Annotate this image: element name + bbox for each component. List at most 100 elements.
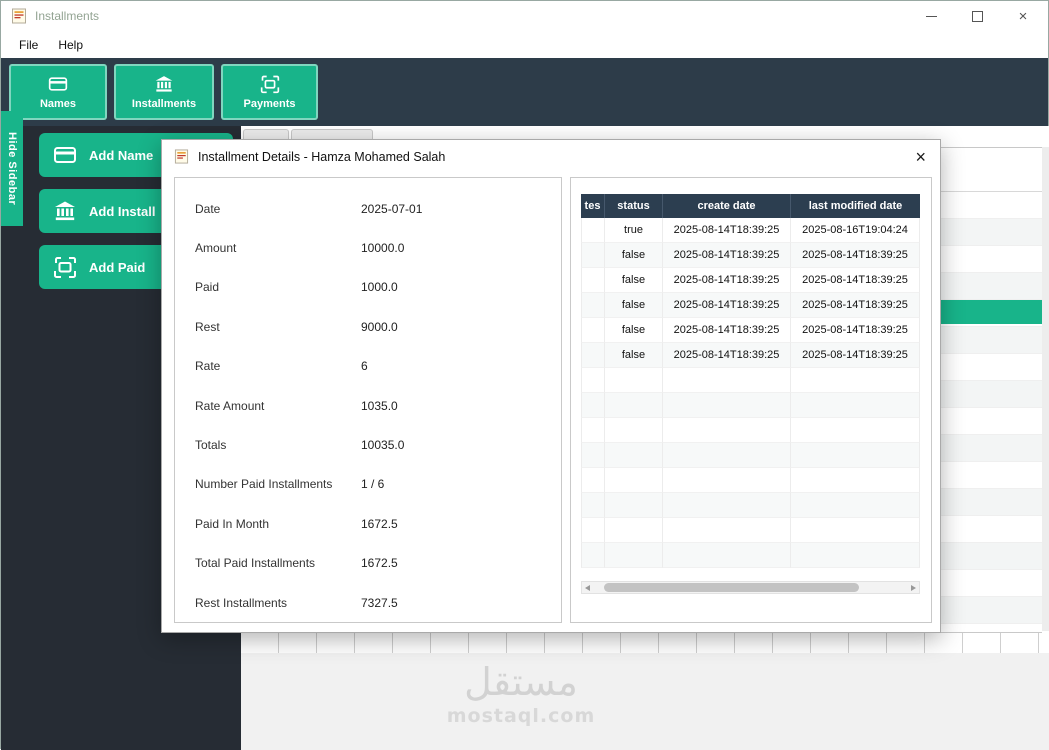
table-header-row: tes status create date last modified dat… xyxy=(581,194,920,218)
detail-row: Number Paid Installments 1 / 6 xyxy=(175,465,561,504)
column-header-create-date[interactable]: create date xyxy=(663,194,791,218)
cell-status xyxy=(605,543,663,568)
horizontal-scrollbar[interactable] xyxy=(581,581,920,594)
background-grid-cell xyxy=(963,633,1001,653)
detail-label: Paid In Month xyxy=(195,517,361,531)
cell-create-date xyxy=(663,393,791,418)
detail-label: Rest Installments xyxy=(195,596,361,610)
cell-create-date xyxy=(663,418,791,443)
cell-status xyxy=(605,443,663,468)
maximize-button[interactable] xyxy=(954,1,1000,31)
table-row[interactable] xyxy=(581,418,920,443)
title-bar[interactable]: Installments × xyxy=(1,1,1048,31)
cell-notes xyxy=(581,418,605,443)
scroll-right-arrow-icon[interactable] xyxy=(911,585,916,591)
scroll-left-arrow-icon[interactable] xyxy=(585,585,590,591)
cell-last-modified-date: 2025-08-14T18:39:25 xyxy=(791,243,920,268)
cell-last-modified-date xyxy=(791,443,920,468)
dialog-title-bar[interactable]: Installment Details - Hamza Mohamed Sala… xyxy=(162,140,940,174)
cell-create-date: 2025-08-14T18:39:25 xyxy=(663,293,791,318)
detail-label: Rest xyxy=(195,320,361,334)
cell-status xyxy=(605,393,663,418)
dialog-close-button[interactable]: × xyxy=(915,140,926,174)
table-row[interactable] xyxy=(581,468,920,493)
names-button-label: Names xyxy=(40,98,76,110)
close-button[interactable]: × xyxy=(1000,1,1046,31)
minimize-icon xyxy=(926,16,937,17)
cell-create-date: 2025-08-14T18:39:25 xyxy=(663,268,791,293)
credit-card-icon xyxy=(48,74,68,94)
toolbar: Names Installments Payments xyxy=(1,58,1048,126)
background-grid-cell xyxy=(583,633,621,653)
bank-icon xyxy=(53,199,77,223)
cell-status xyxy=(605,493,663,518)
detail-value: 10000.0 xyxy=(361,241,404,255)
cell-last-modified-date xyxy=(791,393,920,418)
detail-value: 1000.0 xyxy=(361,280,398,294)
bank-icon xyxy=(154,74,174,94)
cell-notes xyxy=(581,518,605,543)
watermark-latin: mostaql.com xyxy=(411,705,631,727)
vertical-scrollbar[interactable] xyxy=(1042,147,1049,631)
app-window: Installments × File Help Names Installme… xyxy=(0,0,1049,749)
detail-value: 1035.0 xyxy=(361,399,398,413)
cell-notes xyxy=(581,493,605,518)
cell-create-date xyxy=(663,368,791,393)
detail-row: Rate Amount 1035.0 xyxy=(175,386,561,425)
table-row[interactable]: true 2025-08-14T18:39:25 2025-08-16T19:0… xyxy=(581,218,920,243)
cell-status: true xyxy=(605,218,663,243)
detail-row: Rest 9000.0 xyxy=(175,307,561,346)
table-row[interactable] xyxy=(581,518,920,543)
bottom-empty-area: مستقل mostaql.com xyxy=(241,653,1049,750)
maximize-icon xyxy=(972,11,983,22)
background-grid-cell xyxy=(697,633,735,653)
detail-row: Paid In Month 1672.5 xyxy=(175,504,561,543)
cell-last-modified-date xyxy=(791,543,920,568)
table-row[interactable]: false 2025-08-14T18:39:25 2025-08-14T18:… xyxy=(581,243,920,268)
table-row[interactable]: false 2025-08-14T18:39:25 2025-08-14T18:… xyxy=(581,343,920,368)
detail-label: Date xyxy=(195,202,361,216)
installments-table-body: true 2025-08-14T18:39:25 2025-08-16T19:0… xyxy=(581,218,920,568)
installments-button[interactable]: Installments xyxy=(114,64,214,120)
detail-value: 2025-07-01 xyxy=(361,202,422,216)
column-header-notes[interactable]: tes xyxy=(581,194,605,218)
cell-last-modified-date: 2025-08-14T18:39:25 xyxy=(791,268,920,293)
table-row[interactable] xyxy=(581,393,920,418)
table-row[interactable] xyxy=(581,443,920,468)
table-row[interactable] xyxy=(581,368,920,393)
cell-notes xyxy=(581,243,605,268)
cell-status: false xyxy=(605,318,663,343)
cell-last-modified-date: 2025-08-14T18:39:25 xyxy=(791,318,920,343)
names-button[interactable]: Names xyxy=(9,64,107,120)
cell-last-modified-date xyxy=(791,368,920,393)
table-row[interactable]: false 2025-08-14T18:39:25 2025-08-14T18:… xyxy=(581,293,920,318)
menu-item-help[interactable]: Help xyxy=(48,38,93,52)
installments-button-label: Installments xyxy=(132,98,196,110)
details-panel: Date 2025-07-01 Amount 10000.0 Paid 1000… xyxy=(174,177,562,623)
dialog-icon xyxy=(174,149,189,164)
menu-bar: File Help xyxy=(1,31,1048,58)
menu-item-file[interactable]: File xyxy=(9,38,48,52)
cell-notes xyxy=(581,318,605,343)
detail-row: Rest Installments 7327.5 xyxy=(175,583,561,622)
detail-row: Paid 1000.0 xyxy=(175,268,561,307)
background-grid-cell xyxy=(1001,633,1039,653)
detail-value: 7327.5 xyxy=(361,596,398,610)
minimize-button[interactable] xyxy=(908,1,954,31)
table-row[interactable]: false 2025-08-14T18:39:25 2025-08-14T18:… xyxy=(581,318,920,343)
hide-sidebar-tab[interactable]: Hide Sidebar xyxy=(1,111,23,226)
credit-card-icon xyxy=(53,143,77,167)
column-header-last-modified-date[interactable]: last modified date xyxy=(791,194,920,218)
detail-row: Total Paid Installments 1672.5 xyxy=(175,544,561,583)
detail-label: Paid xyxy=(195,280,361,294)
cell-last-modified-date: 2025-08-14T18:39:25 xyxy=(791,293,920,318)
horizontal-scrollbar-thumb[interactable] xyxy=(604,583,859,592)
background-grid-cell xyxy=(507,633,545,653)
table-row[interactable]: false 2025-08-14T18:39:25 2025-08-14T18:… xyxy=(581,268,920,293)
cell-notes xyxy=(581,293,605,318)
table-row[interactable] xyxy=(581,493,920,518)
table-row[interactable] xyxy=(581,543,920,568)
payments-button[interactable]: Payments xyxy=(221,64,318,120)
background-grid-cell xyxy=(773,633,811,653)
column-header-status[interactable]: status xyxy=(605,194,663,218)
